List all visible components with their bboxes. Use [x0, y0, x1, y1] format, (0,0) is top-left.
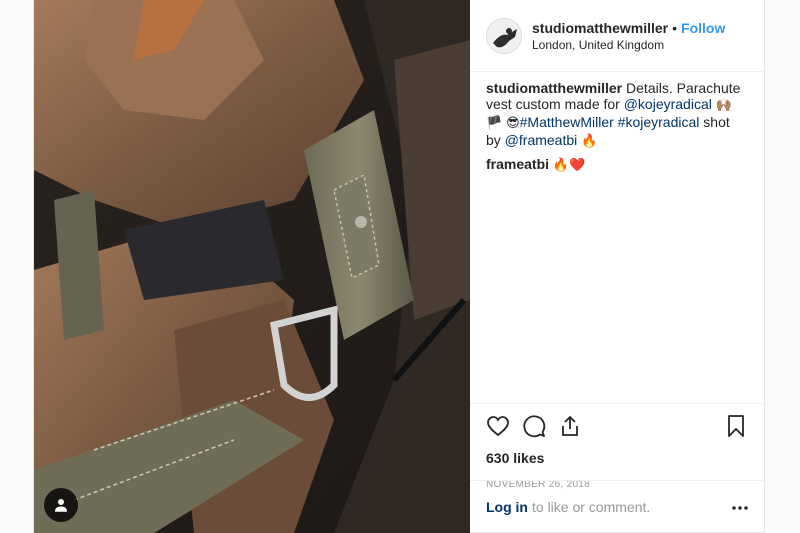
login-bar: Log in to like or comment.: [470, 480, 764, 532]
comment-button[interactable]: [522, 414, 546, 438]
more-dots-icon: [732, 506, 748, 510]
comment-username[interactable]: frameatbi: [486, 156, 549, 172]
more-options-button[interactable]: [732, 501, 748, 517]
bookmark-icon: [728, 415, 744, 437]
post-card: studiomatthewmiller • Follow London, Unite…: [33, 0, 765, 533]
avatar[interactable]: [486, 17, 522, 54]
post-photo[interactable]: [34, 0, 470, 533]
photo-image: [34, 0, 470, 533]
caption-emoji-3: 🔥: [581, 134, 598, 149]
caption-username[interactable]: studiomatthewmiller: [486, 80, 622, 96]
hashtag-kojeyradical[interactable]: #kojeyradical: [618, 114, 700, 130]
mention-frameatbi[interactable]: @frameatbi: [505, 132, 578, 148]
comments-list: studiomatthewmiller Details. Parachute v…: [470, 72, 764, 174]
comment-item: frameatbi 🔥❤️: [486, 156, 748, 174]
user-tag-icon: [55, 499, 67, 512]
comment-text: 🔥❤️: [552, 158, 586, 173]
likes-count[interactable]: 630 likes: [486, 449, 748, 467]
header-separator: •: [672, 19, 678, 36]
hashtag-matthewmiller[interactable]: #MatthewMiller: [520, 114, 614, 130]
caption-emoji-2: 😎: [506, 116, 520, 131]
follow-button[interactable]: Follow: [681, 20, 725, 36]
share-button[interactable]: [558, 414, 582, 438]
caption: studiomatthewmiller Details. Parachute v…: [486, 80, 748, 150]
login-link[interactable]: Log in: [486, 499, 528, 515]
post-header: studiomatthewmiller • Follow London, Unite…: [470, 0, 764, 72]
share-icon: [562, 415, 578, 436]
save-button[interactable]: [724, 414, 748, 438]
login-text: to like or comment.: [532, 498, 651, 515]
mention-kojeyradical[interactable]: @kojeyradical: [624, 96, 712, 112]
comment-icon: [523, 415, 546, 438]
header-username[interactable]: studiomatthewmiller: [532, 20, 668, 36]
user-tag-button[interactable]: [44, 488, 78, 522]
post-actions: 630 likes NOVEMBER 26, 2018: [470, 403, 764, 492]
post-location[interactable]: London, United Kingdom: [532, 37, 725, 53]
avatar-image: [487, 18, 521, 53]
heart-icon: [487, 416, 509, 437]
like-button[interactable]: [486, 414, 510, 438]
post-sidebar: studiomatthewmiller • Follow London, Unite…: [470, 0, 764, 532]
